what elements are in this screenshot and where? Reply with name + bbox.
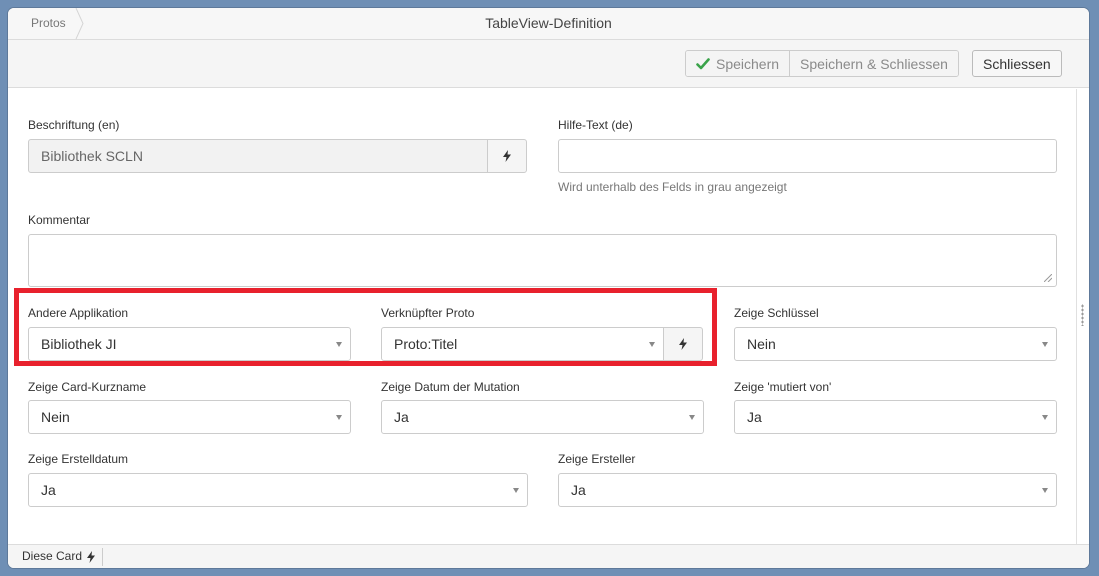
form-content: Beschriftung (en) Bibliothek SCLN Hilfe-… bbox=[8, 89, 1076, 544]
zeige-ersteller-value: Ja bbox=[571, 482, 586, 498]
zeige-datum-mutation-value: Ja bbox=[394, 409, 409, 425]
diese-card-label: Diese Card bbox=[22, 549, 83, 563]
beschriftung-label: Beschriftung (en) bbox=[28, 118, 120, 132]
highlight-annotation-box bbox=[14, 288, 717, 366]
diese-card-button[interactable]: Diese Card bbox=[22, 545, 96, 568]
zeige-erstelldatum-select[interactable]: Ja bbox=[28, 473, 528, 507]
zeige-ersteller-select[interactable]: Ja bbox=[558, 473, 1057, 507]
chevron-down-icon bbox=[513, 488, 519, 493]
title-bar: Protos TableView-Definition bbox=[8, 8, 1089, 40]
save-button-group: Speichern Speichern & Schliessen bbox=[685, 50, 959, 77]
zeige-schluessel-label: Zeige Schlüssel bbox=[734, 306, 819, 320]
toolbar: Speichern Speichern & Schliessen Schlies… bbox=[8, 40, 1089, 88]
window-title: TableView-Definition bbox=[485, 15, 612, 31]
status-bar: Diese Card bbox=[8, 544, 1089, 568]
zeige-card-kurzname-label: Zeige Card-Kurzname bbox=[28, 380, 147, 394]
hilfetext-input[interactable] bbox=[558, 139, 1057, 173]
drag-handle-icon[interactable] bbox=[1081, 304, 1084, 326]
chevron-down-icon bbox=[689, 415, 695, 420]
beschriftung-value: Bibliothek SCLN bbox=[41, 148, 143, 164]
chevron-down-icon bbox=[1042, 488, 1048, 493]
zeige-datum-mutation-label: Zeige Datum der Mutation bbox=[381, 380, 520, 394]
resize-handle-icon[interactable] bbox=[1044, 274, 1052, 282]
close-button-label: Schliessen bbox=[983, 55, 1051, 72]
kommentar-label: Kommentar bbox=[28, 213, 91, 227]
hilfetext-hint: Wird unterhalb des Felds in grau angezei… bbox=[558, 180, 787, 194]
bolt-icon bbox=[503, 150, 511, 162]
save-and-close-label: Speichern & Schliessen bbox=[800, 55, 948, 72]
kommentar-textarea[interactable] bbox=[28, 234, 1057, 287]
hilfetext-label: Hilfe-Text (de) bbox=[558, 118, 633, 132]
zeige-mutiert-von-select[interactable]: Ja bbox=[734, 400, 1057, 434]
zeige-schluessel-value: Nein bbox=[747, 336, 776, 352]
save-button-label: Speichern bbox=[716, 55, 780, 72]
zeige-mutiert-von-value: Ja bbox=[747, 409, 762, 425]
save-button[interactable]: Speichern bbox=[686, 51, 790, 76]
window: Protos TableView-Definition Speichern Sp… bbox=[8, 8, 1089, 568]
zeige-schluessel-select[interactable]: Nein bbox=[734, 327, 1057, 361]
zeige-datum-mutation-select[interactable]: Ja bbox=[381, 400, 704, 434]
beschriftung-translate-button[interactable] bbox=[487, 139, 527, 173]
chevron-down-icon bbox=[336, 415, 342, 420]
zeige-card-kurzname-value: Nein bbox=[41, 409, 70, 425]
zeige-mutiert-von-label: Zeige 'mutiert von' bbox=[734, 380, 832, 394]
status-separator bbox=[102, 548, 103, 566]
side-panel-divider[interactable] bbox=[1076, 89, 1089, 544]
bolt-icon bbox=[87, 550, 96, 563]
check-icon bbox=[696, 57, 710, 69]
chevron-down-icon bbox=[1042, 415, 1048, 420]
zeige-erstelldatum-label: Zeige Erstelldatum bbox=[28, 452, 129, 466]
zeige-ersteller-label: Zeige Ersteller bbox=[558, 452, 636, 466]
beschriftung-input[interactable]: Bibliothek SCLN bbox=[28, 139, 488, 173]
close-button[interactable]: Schliessen bbox=[972, 50, 1062, 77]
chevron-down-icon bbox=[1042, 342, 1048, 347]
save-and-close-button[interactable]: Speichern & Schliessen bbox=[789, 51, 958, 76]
zeige-card-kurzname-select[interactable]: Nein bbox=[28, 400, 351, 434]
zeige-erstelldatum-value: Ja bbox=[41, 482, 56, 498]
